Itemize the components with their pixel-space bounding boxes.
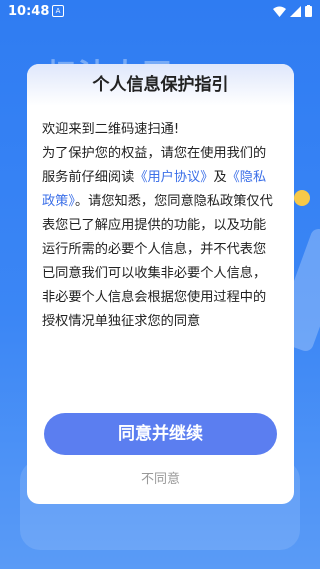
agree-button[interactable]: 同意并继续 bbox=[44, 413, 277, 455]
greeting-text: 欢迎来到二维码速扫通! bbox=[42, 122, 180, 137]
battery-icon bbox=[305, 5, 312, 17]
and-text: 及 bbox=[213, 170, 227, 185]
wifi-icon bbox=[273, 6, 286, 17]
dialog-body: 欢迎来到二维码速扫通! 为了保护您的权益，请您在使用我们的服务前仔细阅读《用户协… bbox=[27, 106, 294, 334]
policy-text: 为了保护您的权益，请您在使用我们的服务前仔细阅读《用户协议》及《隐私政策》。请您… bbox=[42, 142, 279, 334]
policy-detail-text: 。请您知悉，您同意隐私政策仅代表您已了解应用提供的功能，以及功能运行所需的必要个… bbox=[42, 194, 273, 329]
status-time: 10:48 bbox=[8, 4, 50, 19]
notification-icon: A bbox=[52, 5, 64, 17]
disagree-button[interactable]: 不同意 bbox=[27, 468, 294, 487]
background-decoration-dot bbox=[294, 190, 310, 206]
status-icons bbox=[273, 5, 312, 17]
signal-icon bbox=[290, 5, 301, 17]
privacy-dialog: 个人信息保护指引 欢迎来到二维码速扫通! 为了保护您的权益，请您在使用我们的服务… bbox=[27, 64, 294, 504]
status-bar: 10:48 A bbox=[0, 0, 320, 24]
user-agreement-link[interactable]: 《用户协议》 bbox=[134, 170, 213, 185]
dialog-title: 个人信息保护指引 bbox=[27, 64, 294, 106]
